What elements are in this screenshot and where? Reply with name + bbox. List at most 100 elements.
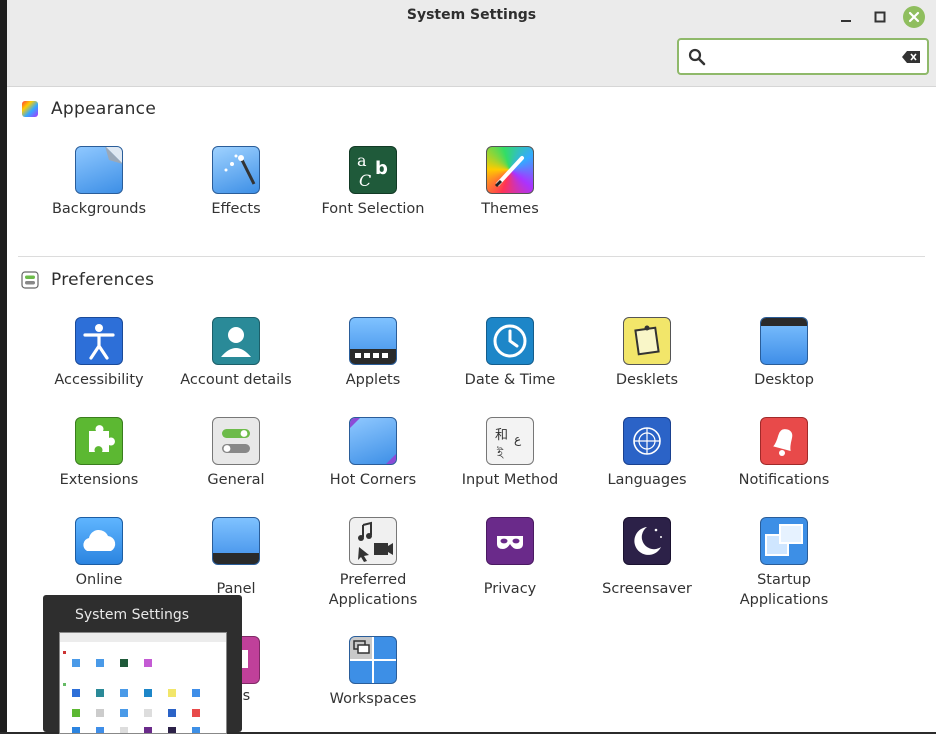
- settings-item-themes[interactable]: Themes: [442, 146, 578, 219]
- settings-item-input-method[interactable]: 和 ع ই Input Method: [442, 417, 578, 490]
- svg-text:b: b: [375, 158, 388, 179]
- online-label: Online: [75, 572, 123, 588]
- backgrounds-label: Backgrounds: [51, 201, 147, 217]
- accessibility-label: Accessibility: [54, 372, 144, 388]
- input-method-icon: 和 ع ই: [486, 417, 534, 465]
- startup-applications-label-1: Startup: [757, 572, 811, 588]
- preview-thumbnail-image: [60, 633, 226, 733]
- notifications-label: Notifications: [738, 472, 830, 488]
- applets-label: Applets: [345, 372, 401, 388]
- appearance-section-title: Appearance: [51, 99, 157, 119]
- search-box[interactable]: [677, 38, 929, 75]
- account-details-icon: [212, 317, 260, 365]
- general-icon: [212, 417, 260, 465]
- preferences-section-title: Preferences: [51, 270, 155, 290]
- desktop-icon: [760, 317, 808, 365]
- preview-title: System Settings: [74, 607, 190, 623]
- settings-item-startup-applications[interactable]: Startup Applications: [716, 517, 852, 610]
- svg-text:ই: ই: [496, 446, 504, 460]
- appearance-section-header: Appearance: [21, 99, 156, 119]
- settings-item-preferred-applications[interactable]: Preferred Applications: [305, 517, 441, 610]
- settings-item-extensions[interactable]: Extensions: [31, 417, 167, 490]
- backgrounds-icon: [75, 146, 123, 194]
- preferred-applications-icon: [349, 517, 397, 565]
- font-selection-icon: a b C: [349, 146, 397, 194]
- window-title: System Settings: [406, 7, 537, 23]
- accessibility-icon: [75, 317, 123, 365]
- date-time-icon: [486, 317, 534, 365]
- preferred-applications-label-1: Preferred: [339, 572, 407, 588]
- header-bar: System Settings: [7, 0, 936, 87]
- settings-item-privacy[interactable]: Privacy: [442, 517, 578, 599]
- close-button[interactable]: [903, 6, 925, 28]
- settings-item-backgrounds[interactable]: Backgrounds: [31, 146, 167, 219]
- hot-corners-label: Hot Corners: [329, 472, 417, 488]
- settings-item-languages[interactable]: Languages: [579, 417, 715, 490]
- preferences-section-icon: [21, 271, 39, 289]
- settings-item-account-details[interactable]: Account details: [168, 317, 304, 390]
- appearance-section-icon: [22, 101, 38, 117]
- svg-text:和: 和: [495, 428, 508, 443]
- minimize-button[interactable]: [835, 6, 857, 28]
- font-selection-label: Font Selection: [321, 201, 425, 217]
- screensaver-label: Screensaver: [602, 581, 692, 597]
- search-input[interactable]: [713, 46, 887, 70]
- preferences-section-header: Preferences: [21, 270, 154, 290]
- preview-thumbnail: [59, 632, 227, 734]
- startup-applications-icon: [760, 517, 808, 565]
- workspaces-label: Workspaces: [329, 691, 417, 707]
- section-divider: [18, 256, 925, 257]
- close-icon: [908, 11, 920, 23]
- settings-item-workspaces[interactable]: Workspaces: [305, 636, 441, 709]
- preferred-applications-label-2: Applications: [328, 592, 418, 608]
- date-time-label: Date & Time: [464, 372, 556, 388]
- settings-item-online[interactable]: Online: [31, 517, 167, 590]
- maximize-button[interactable]: [869, 6, 891, 28]
- settings-item-font-selection[interactable]: a b C Font Selection: [305, 146, 441, 219]
- hot-corners-icon: [349, 417, 397, 465]
- settings-item-desklets[interactable]: Desklets: [579, 317, 715, 390]
- input-method-label: Input Method: [461, 472, 559, 488]
- languages-label: Languages: [607, 472, 687, 488]
- startup-applications-label-2: Applications: [739, 592, 829, 608]
- themes-label: Themes: [481, 201, 539, 217]
- settings-item-effects[interactable]: Effects: [168, 146, 304, 219]
- search-icon: [688, 48, 706, 66]
- account-details-label: Account details: [180, 372, 292, 388]
- desklets-label: Desklets: [615, 372, 679, 388]
- settings-item-notifications[interactable]: Notifications: [716, 417, 852, 490]
- taskbar-window-preview[interactable]: System Settings: [43, 595, 242, 734]
- settings-item-date-time[interactable]: Date & Time: [442, 317, 578, 390]
- themes-icon: [486, 146, 534, 194]
- extensions-label: Extensions: [59, 472, 139, 488]
- privacy-icon: [486, 517, 534, 565]
- workspaces-icon: [349, 636, 397, 684]
- settings-item-screensaver[interactable]: Screensaver: [579, 517, 715, 599]
- desktop-label: Desktop: [754, 372, 814, 388]
- clear-search-icon[interactable]: [901, 50, 921, 64]
- svg-text:a: a: [357, 151, 367, 170]
- desklets-icon: [623, 317, 671, 365]
- settings-item-applets[interactable]: Applets: [305, 317, 441, 390]
- general-label: General: [207, 472, 265, 488]
- applets-icon: [349, 317, 397, 365]
- online-icon: [75, 517, 123, 565]
- settings-item-accessibility[interactable]: Accessibility: [31, 317, 167, 390]
- privacy-label: Privacy: [483, 581, 537, 597]
- panel-icon: [212, 517, 260, 565]
- languages-icon: [623, 417, 671, 465]
- extensions-icon: [75, 417, 123, 465]
- notifications-icon: [760, 417, 808, 465]
- svg-text:ع: ع: [514, 432, 522, 446]
- svg-text:C: C: [359, 171, 371, 190]
- effects-label: Effects: [211, 201, 261, 217]
- minimize-icon: [841, 20, 851, 22]
- settings-item-desktop[interactable]: Desktop: [716, 317, 852, 390]
- settings-item-general[interactable]: General: [168, 417, 304, 490]
- settings-item-hot-corners[interactable]: Hot Corners: [305, 417, 441, 490]
- screensaver-icon: [623, 517, 671, 565]
- maximize-icon: [874, 11, 886, 23]
- effects-icon: [212, 146, 260, 194]
- settings-item-panel[interactable]: Panel: [168, 517, 304, 599]
- desktop-background: [0, 0, 7, 732]
